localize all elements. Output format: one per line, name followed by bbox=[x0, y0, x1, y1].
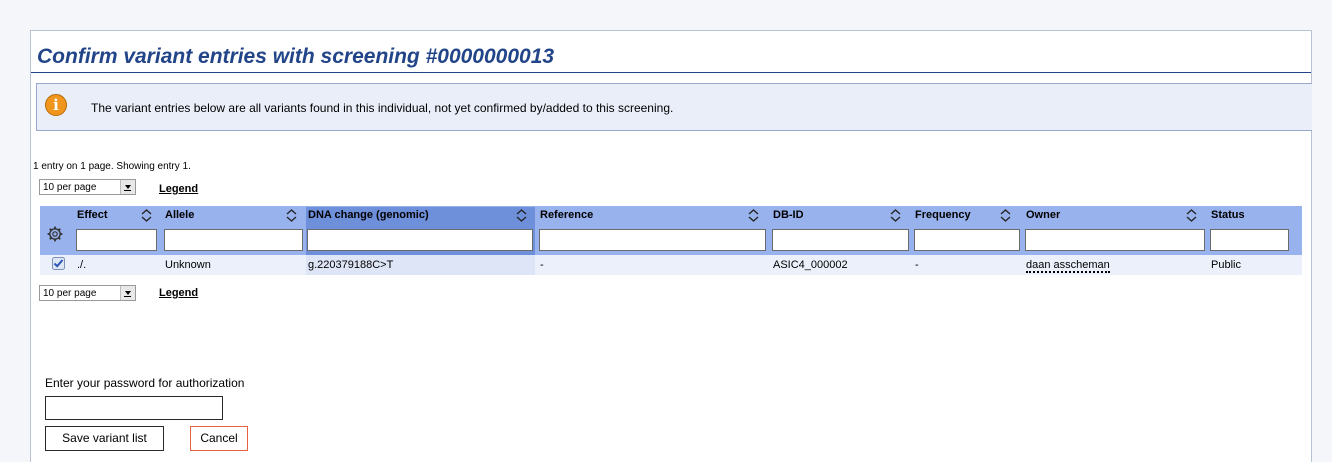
column-header-dna-change[interactable]: DNA change (genomic) bbox=[308, 209, 429, 221]
sort-icon[interactable] bbox=[141, 209, 152, 222]
filter-effect-input[interactable] bbox=[76, 229, 157, 251]
sort-icon[interactable] bbox=[286, 209, 297, 222]
sort-icon[interactable] bbox=[516, 209, 527, 222]
column-header-effect[interactable]: Effect bbox=[77, 209, 108, 221]
cell-effect: ./. bbox=[77, 259, 87, 271]
checkbox-checked-icon[interactable] bbox=[52, 257, 65, 270]
filter-db-id-input[interactable] bbox=[772, 229, 909, 251]
gear-icon[interactable] bbox=[47, 226, 63, 242]
entries-summary: 1 entry on 1 page. Showing entry 1. bbox=[33, 161, 191, 172]
sort-icon[interactable] bbox=[1186, 209, 1197, 222]
filter-allele-input[interactable] bbox=[164, 229, 303, 251]
column-header-allele[interactable]: Allele bbox=[165, 209, 194, 221]
per-page-value: 10 per page bbox=[43, 182, 97, 193]
per-page-select-bottom[interactable]: 10 per page bbox=[39, 285, 136, 301]
column-header-reference[interactable]: Reference bbox=[540, 209, 593, 221]
sort-icon[interactable] bbox=[748, 209, 759, 222]
cell-reference: - bbox=[540, 259, 544, 271]
filter-reference-input[interactable] bbox=[539, 229, 766, 251]
legend-link-top[interactable]: Legend bbox=[159, 183, 198, 195]
filter-frequency-input[interactable] bbox=[914, 229, 1020, 251]
sort-icon[interactable] bbox=[890, 209, 901, 222]
dropdown-arrow-icon[interactable] bbox=[120, 180, 135, 194]
per-page-select-top[interactable]: 10 per page bbox=[39, 179, 136, 195]
column-header-db-id[interactable]: DB-ID bbox=[773, 209, 804, 221]
info-message: The variant entries below are all varian… bbox=[91, 101, 674, 115]
password-label: Enter your password for authorization bbox=[45, 376, 245, 390]
cell-owner[interactable]: daan asscheman bbox=[1026, 259, 1110, 273]
filter-owner-input[interactable] bbox=[1025, 229, 1205, 251]
page-title: Confirm variant entries with screening #… bbox=[37, 45, 555, 68]
variant-table: Effect Allele DNA change (genomic) Refer… bbox=[40, 206, 1302, 275]
cancel-button[interactable]: Cancel bbox=[190, 426, 248, 451]
info-message-box: i The variant entries below are all vari… bbox=[36, 83, 1312, 131]
cell-dna-change: g.220379188C>T bbox=[308, 259, 394, 271]
column-header-status[interactable]: Status bbox=[1211, 209, 1245, 221]
cell-allele: Unknown bbox=[165, 259, 211, 271]
cell-frequency: - bbox=[915, 259, 919, 271]
dropdown-arrow-icon[interactable] bbox=[120, 286, 135, 300]
info-icon: i bbox=[45, 94, 67, 116]
per-page-value: 10 per page bbox=[43, 288, 97, 299]
main-panel: Confirm variant entries with screening #… bbox=[30, 30, 1312, 462]
cell-db-id: ASIC4_000002 bbox=[773, 259, 848, 271]
column-header-frequency[interactable]: Frequency bbox=[915, 209, 971, 221]
save-variant-list-button[interactable]: Save variant list bbox=[45, 426, 164, 451]
sort-icon[interactable] bbox=[1000, 209, 1011, 222]
cell-status: Public bbox=[1211, 259, 1241, 271]
legend-link-bottom[interactable]: Legend bbox=[159, 287, 198, 299]
title-divider bbox=[31, 72, 1311, 73]
password-input[interactable] bbox=[45, 396, 223, 420]
column-header-owner[interactable]: Owner bbox=[1026, 209, 1060, 221]
filter-dna-change-input[interactable] bbox=[307, 229, 533, 251]
filter-status-input[interactable] bbox=[1210, 229, 1289, 251]
table-row[interactable]: ./. Unknown g.220379188C>T - ASIC4_00000… bbox=[40, 255, 1302, 275]
